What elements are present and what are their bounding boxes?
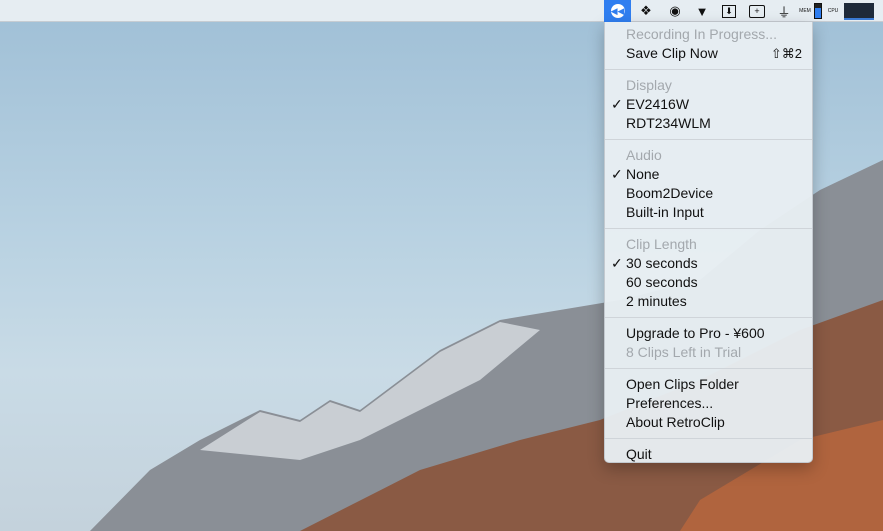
display-label: EV2416W [626,96,690,112]
sync-icon[interactable]: ◉ [664,0,686,22]
checkmark-icon: ✓ [611,96,623,112]
mem-label: MEM [799,8,811,14]
quit-item[interactable]: Quit [605,445,812,464]
open-clips-folder-item[interactable]: Open Clips Folder [605,375,812,394]
cpu-label: CPU [827,8,839,14]
display-item-ev2416w[interactable]: ✓ EV2416W [605,95,812,114]
save-clip-label: Save Clip Now [626,45,718,61]
save-clip-now-item[interactable]: Save Clip Now ⇧⌘2 [605,44,812,63]
about-item[interactable]: About RetroClip [605,413,812,432]
audio-header: Audio [626,147,662,163]
clip-length-header: Clip Length [626,236,697,252]
download-icon[interactable]: ⬇ [718,0,740,22]
separator [605,438,812,439]
recording-status: Recording In Progress... [626,26,777,42]
separator [605,69,812,70]
tophat-icon[interactable]: ▼ [692,0,712,22]
separator [605,228,812,229]
retroclip-menu: Recording In Progress... Save Clip Now ⇧⌘… [604,22,813,463]
length-item-30-seconds[interactable]: ✓ 30 seconds [605,254,812,273]
preferences-item[interactable]: Preferences... [605,394,812,413]
length-label: 30 seconds [626,255,698,271]
separator [605,368,812,369]
separator [605,317,812,318]
checkmark-icon: ✓ [611,166,623,182]
length-item-60-seconds[interactable]: 60 seconds [605,273,812,292]
separator [605,139,812,140]
audio-item-built-in-input[interactable]: Built-in Input [605,203,812,222]
cpu-meter-icon[interactable] [843,0,875,22]
display-header: Display [626,77,672,93]
checkmark-icon: ✓ [611,255,623,271]
audio-label: None [626,166,660,182]
audio-item-none[interactable]: ✓ None [605,165,812,184]
broom-icon[interactable]: ⏚ [774,0,794,22]
length-item-2-minutes[interactable]: 2 minutes [605,292,812,311]
save-clip-shortcut: ⇧⌘2 [770,46,802,61]
retroclip-icon[interactable]: ◀◀ [604,0,631,22]
clips-left-status: 8 Clips Left in Trial [626,344,742,360]
menu-bar: ◀◀ ❖ ◉ ▼ ⬇ + ⏚ MEM CPU [0,0,883,22]
upgrade-item[interactable]: Upgrade to Pro - ¥600 [605,324,812,343]
audio-item-boom2device[interactable]: Boom2Device [605,184,812,203]
dropbox-icon[interactable]: ❖ [636,0,656,22]
memory-meter-icon[interactable] [813,0,823,22]
display-item-rdt234wlm[interactable]: RDT234WLM [605,114,812,133]
screenshot-icon[interactable]: + [746,0,768,22]
